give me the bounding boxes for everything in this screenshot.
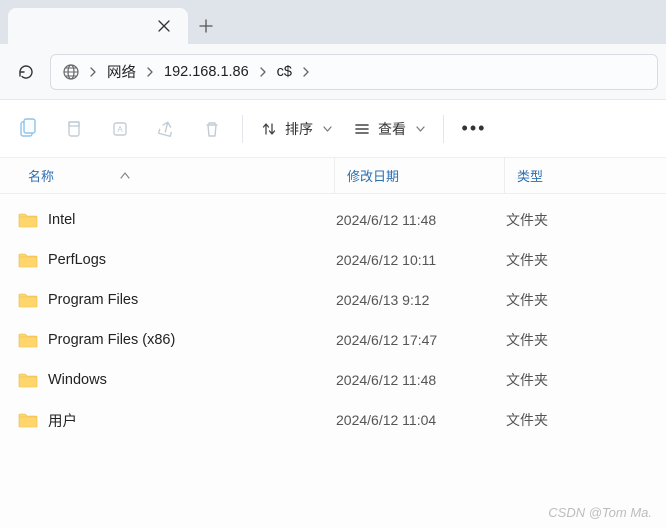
svg-text:A: A bbox=[117, 125, 123, 134]
cell-type: 文件夹 bbox=[494, 370, 666, 390]
tab-bar bbox=[0, 0, 666, 44]
toolbar-separator bbox=[242, 115, 243, 143]
chevron-right-icon[interactable] bbox=[87, 67, 99, 77]
close-tab-icon[interactable] bbox=[152, 14, 176, 38]
sort-label: 排序 bbox=[285, 119, 313, 139]
list-item[interactable]: 用户 2024/6/12 11:04文件夹 bbox=[0, 400, 666, 440]
column-name-label: 名称 bbox=[28, 166, 54, 185]
view-icon bbox=[354, 121, 370, 137]
column-headers: 名称 修改日期 类型 bbox=[0, 158, 666, 194]
copy-button[interactable]: A bbox=[98, 109, 142, 149]
column-header-date[interactable]: 修改日期 bbox=[334, 158, 504, 193]
cell-name: Windows bbox=[18, 372, 324, 388]
cell-name: Intel bbox=[18, 212, 324, 228]
cell-type: 文件夹 bbox=[494, 330, 666, 350]
new-item-button[interactable] bbox=[6, 109, 50, 149]
chevron-right-icon[interactable] bbox=[300, 67, 312, 77]
view-button[interactable]: 查看 bbox=[344, 109, 435, 149]
cell-name: PerfLogs bbox=[18, 252, 324, 268]
cell-type: 文件夹 bbox=[494, 410, 666, 430]
cell-date: 2024/6/12 17:47 bbox=[324, 332, 494, 348]
folder-icon bbox=[18, 412, 48, 428]
toolbar-separator bbox=[443, 115, 444, 143]
item-name: Windows bbox=[48, 372, 107, 388]
cell-name: Program Files bbox=[18, 292, 324, 308]
cell-name: Program Files (x86) bbox=[18, 332, 324, 348]
cell-date: 2024/6/12 11:48 bbox=[324, 212, 494, 228]
new-tab-button[interactable] bbox=[188, 8, 224, 44]
item-name: PerfLogs bbox=[48, 252, 106, 268]
list-item[interactable]: Program Files (x86) 2024/6/12 17:47文件夹 bbox=[0, 320, 666, 360]
folder-icon bbox=[18, 372, 48, 388]
view-label: 查看 bbox=[378, 119, 406, 139]
breadcrumb-item[interactable]: c$ bbox=[269, 55, 300, 89]
cell-date: 2024/6/12 11:04 bbox=[324, 412, 494, 428]
column-header-name[interactable]: 名称 bbox=[28, 166, 334, 185]
cell-type: 文件夹 bbox=[494, 290, 666, 310]
breadcrumb-item[interactable]: 网络 bbox=[99, 55, 144, 89]
address-path[interactable]: 网络 192.168.1.86 c$ bbox=[50, 54, 658, 90]
column-type-label: 类型 bbox=[517, 166, 543, 185]
folder-icon bbox=[18, 252, 48, 268]
item-name: Program Files (x86) bbox=[48, 332, 175, 348]
caret-down-icon bbox=[323, 126, 332, 132]
caret-down-icon bbox=[416, 126, 425, 132]
cell-name: 用户 bbox=[18, 410, 324, 431]
folder-icon bbox=[18, 212, 48, 228]
list-item[interactable]: Program Files 2024/6/13 9:12文件夹 bbox=[0, 280, 666, 320]
more-button[interactable]: ••• bbox=[452, 109, 496, 149]
sort-icon bbox=[261, 121, 277, 137]
share-button[interactable] bbox=[144, 109, 188, 149]
toolbar: A 排序 查看 ••• bbox=[0, 100, 666, 158]
item-name: Intel bbox=[48, 212, 75, 228]
column-header-type[interactable]: 类型 bbox=[504, 158, 666, 193]
list-item[interactable]: Windows 2024/6/12 11:48文件夹 bbox=[0, 360, 666, 400]
refresh-button[interactable] bbox=[8, 54, 44, 90]
breadcrumb-item[interactable]: 192.168.1.86 bbox=[156, 55, 257, 89]
cell-type: 文件夹 bbox=[494, 250, 666, 270]
watermark: CSDN @Tom Ma. bbox=[548, 505, 652, 520]
column-date-label: 修改日期 bbox=[347, 166, 399, 185]
delete-button[interactable] bbox=[190, 109, 234, 149]
chevron-right-icon[interactable] bbox=[257, 67, 269, 77]
cell-date: 2024/6/12 10:11 bbox=[324, 252, 494, 268]
folder-icon bbox=[18, 332, 48, 348]
browser-tab[interactable] bbox=[8, 8, 188, 44]
item-name: Program Files bbox=[48, 292, 138, 308]
chevron-right-icon[interactable] bbox=[144, 67, 156, 77]
sort-indicator-icon bbox=[120, 172, 130, 179]
cell-date: 2024/6/13 9:12 bbox=[324, 292, 494, 308]
item-name: 用户 bbox=[48, 410, 77, 431]
file-list: Intel2024/6/12 11:48文件夹PerfLogs2024/6/12… bbox=[0, 194, 666, 440]
cell-date: 2024/6/12 11:48 bbox=[324, 372, 494, 388]
sort-button[interactable]: 排序 bbox=[251, 109, 342, 149]
list-item[interactable]: PerfLogs 2024/6/12 10:11文件夹 bbox=[0, 240, 666, 280]
address-bar: 网络 192.168.1.86 c$ bbox=[0, 44, 666, 100]
cut-button[interactable] bbox=[52, 109, 96, 149]
cell-type: 文件夹 bbox=[494, 210, 666, 230]
folder-icon bbox=[18, 292, 48, 308]
list-item[interactable]: Intel 2024/6/12 11:48文件夹 bbox=[0, 200, 666, 240]
network-icon bbox=[55, 56, 87, 88]
